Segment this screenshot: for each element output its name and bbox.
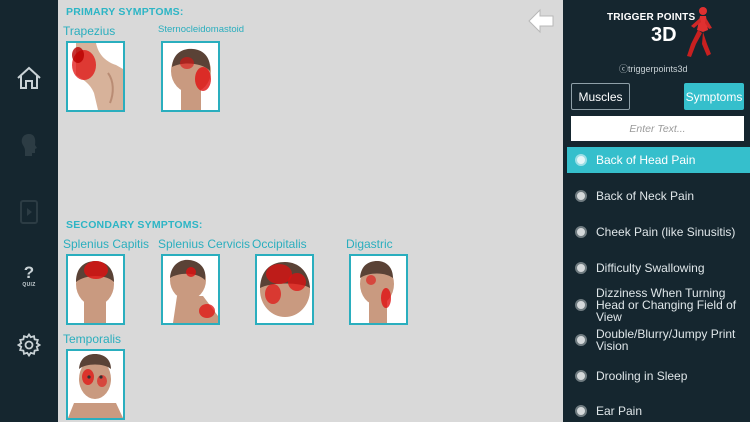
muscle-image[interactable] — [66, 254, 125, 325]
arrow-left-icon — [528, 8, 554, 34]
symptom-label: Difficulty Swallowing — [596, 261, 705, 275]
muscle-label: Trapezius — [63, 24, 116, 38]
muscle-image[interactable] — [255, 254, 314, 325]
app-logo: TRIGGER POINTS 3D — [607, 6, 713, 60]
muscle-label: Splenius Cervicis — [158, 237, 251, 251]
head-profile-icon — [21, 134, 37, 156]
muscle-thumb-digastric[interactable]: Digastric — [346, 237, 416, 327]
social-handle: ⓒtriggerpoints3d — [619, 64, 688, 74]
primary-symptoms-title: PRIMARY SYMPTOMS: — [66, 6, 184, 18]
search-input[interactable] — [571, 116, 744, 141]
symptom-label: Back of Neck Pain — [596, 189, 695, 203]
muscle-image[interactable] — [349, 254, 408, 325]
gear-icon — [17, 333, 41, 357]
radio-icon[interactable] — [575, 370, 587, 382]
muscle-image[interactable] — [66, 41, 125, 112]
symptom-label: Dizziness When Turning Head or Changing … — [596, 286, 737, 324]
symptom-label: Drooling in Sleep — [596, 369, 688, 383]
muscle-thumb-sternocleidomastoid[interactable]: Sternocleidomastoid — [158, 24, 258, 114]
symptom-item[interactable]: Double/Blurry/Jumpy Print Vision — [567, 327, 750, 353]
muscle-thumb-splenius-capitis[interactable]: Splenius Capitis — [63, 237, 153, 327]
settings-button[interactable] — [9, 325, 49, 365]
back-button[interactable] — [527, 8, 555, 34]
muscle-thumb-trapezius[interactable]: Trapezius — [63, 24, 143, 114]
secondary-symptoms-title: SECONDARY SYMPTOMS: — [66, 219, 203, 231]
radio-icon[interactable] — [575, 405, 587, 417]
muscle-image[interactable] — [66, 349, 125, 420]
anatomy-button[interactable] — [9, 125, 49, 165]
video-button[interactable] — [9, 192, 49, 232]
muscle-thumb-temporalis[interactable]: Temporalis — [63, 332, 143, 422]
symptom-item[interactable]: Back of Neck Pain — [567, 183, 750, 209]
symptom-item[interactable]: Cheek Pain (like Sinusitis) — [567, 219, 750, 245]
quiz-label: QUIZ — [22, 281, 36, 288]
radio-icon[interactable] — [575, 262, 587, 274]
symptom-label: Double/Blurry/Jumpy Print Vision — [596, 327, 736, 353]
symptom-item[interactable]: Difficulty Swallowing — [567, 255, 750, 281]
video-icon — [20, 200, 38, 224]
symptom-item[interactable]: Ear Pain — [567, 398, 750, 422]
muscle-label: Sternocleidomastoid — [158, 24, 245, 35]
symptom-label: Cheek Pain (like Sinusitis) — [596, 225, 736, 239]
main-content: PRIMARY SYMPTOMS: Trapezius Sternocleido… — [58, 0, 563, 422]
logo-3d: 3D — [651, 24, 677, 46]
radio-icon[interactable] — [575, 154, 587, 166]
symptom-item[interactable]: Dizziness When Turning Head or Changing … — [567, 285, 750, 325]
home-button[interactable] — [9, 58, 49, 98]
symptom-item[interactable]: Drooling in Sleep — [567, 363, 750, 389]
question-icon: ? — [23, 262, 35, 282]
muscle-thumb-splenius-cervicis[interactable]: Splenius Cervicis — [158, 237, 253, 327]
muscle-label: Splenius Capitis — [63, 237, 150, 251]
symptom-label: Back of Head Pain — [596, 153, 696, 167]
radio-icon[interactable] — [575, 334, 587, 346]
radio-icon[interactable] — [575, 190, 587, 202]
quiz-button[interactable]: ? QUIZ — [9, 256, 49, 296]
runner-icon — [687, 7, 712, 57]
muscle-image[interactable] — [161, 41, 220, 112]
muscle-label: Occipitalis — [252, 237, 307, 251]
radio-icon[interactable] — [575, 299, 587, 311]
symptom-label: Ear Pain — [596, 404, 643, 418]
radio-icon[interactable] — [575, 226, 587, 238]
symptoms-panel: TRIGGER POINTS 3D ⓒtriggerpoints3d Muscl… — [563, 0, 750, 422]
symptom-item[interactable]: Back of Head Pain — [567, 147, 750, 173]
muscle-image[interactable] — [161, 254, 220, 325]
symptoms-tab-button[interactable]: Symptoms — [684, 83, 744, 110]
home-icon — [17, 66, 41, 89]
muscles-tab-button[interactable]: Muscles — [571, 83, 630, 110]
nav-rail: ? QUIZ — [0, 0, 58, 422]
muscle-label: Digastric — [346, 237, 393, 251]
muscle-label: Temporalis — [63, 332, 122, 346]
muscle-thumb-occipitalis[interactable]: Occipitalis — [252, 237, 332, 327]
